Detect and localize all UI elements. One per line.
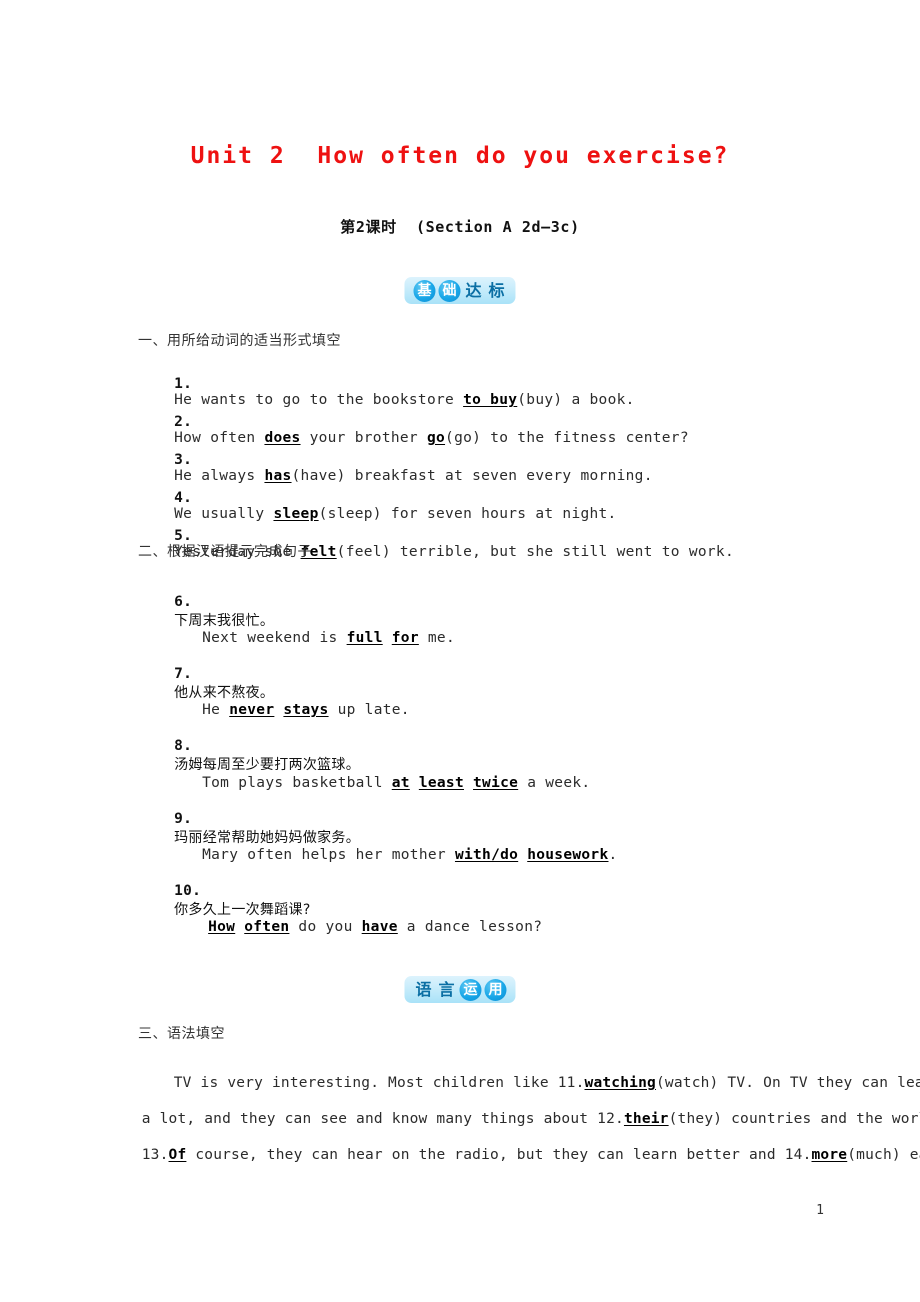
item-answer: full xyxy=(346,630,383,646)
cloze-answer: their xyxy=(623,1111,669,1127)
blank-number: 13. xyxy=(141,1147,169,1163)
cloze-text-pre: TV is very interesting. Most children li… xyxy=(173,1075,558,1091)
item-number: 8. xyxy=(174,738,193,754)
question-item-10-answer-line: How often do you have a dance lesson? xyxy=(172,903,542,951)
item-number: 10. xyxy=(174,883,202,899)
item-text-pre: He xyxy=(202,702,230,718)
item-text-post: . xyxy=(608,847,618,863)
item-answer-2: housework xyxy=(527,847,609,863)
cloze-text-post: (they) countries and the world. xyxy=(668,1111,920,1127)
badge-char-biao: 标 xyxy=(488,280,505,300)
item-answer-2: stays xyxy=(283,702,329,718)
badge-char-yun: 运 xyxy=(459,978,482,1001)
item-text-mid xyxy=(235,919,244,935)
item-answer: How xyxy=(208,919,236,935)
badge-char-yong: 用 xyxy=(484,978,507,1001)
item-number: 6. xyxy=(174,594,193,610)
badge-char-da: 达 xyxy=(465,280,482,300)
item-number: 4. xyxy=(174,490,193,506)
cloze-text-post: (watch) TV. On TV they can learn xyxy=(655,1075,920,1091)
item-text-mid-2 xyxy=(464,775,473,791)
item-answer-3: twice xyxy=(473,775,519,791)
section-two-heading: 二、根据汉语提示完成句子 xyxy=(138,544,312,560)
item-answer: at xyxy=(391,775,410,791)
cloze-answer: Of xyxy=(168,1147,187,1163)
cloze-text-pre: a lot, and they can see and know many th… xyxy=(141,1111,598,1127)
section-badge-basics: 基 础 达 标 xyxy=(404,277,516,304)
item-text-mid xyxy=(410,775,419,791)
item-number: 9. xyxy=(174,811,193,827)
badge-char-chu: 础 xyxy=(438,279,461,302)
item-answer: never xyxy=(229,702,275,718)
page-title: Unit 2 How often do you exercise? xyxy=(190,143,730,169)
item-text-post: a week. xyxy=(518,775,591,791)
section-three-heading: 三、语法填空 xyxy=(138,1026,225,1042)
page-subtitle: 第2课时 (Section A 2d—3c) xyxy=(340,218,580,236)
blank-number-2: 14. xyxy=(784,1147,812,1163)
cloze-answer-2: more xyxy=(811,1147,848,1163)
item-text-pre: Tom plays basketball xyxy=(202,775,392,791)
item-text-post: (feel) terrible, but she still went to w… xyxy=(336,544,734,560)
item-text-mid xyxy=(518,847,527,863)
item-number: 3. xyxy=(174,452,193,468)
section-badge-language: 语 言 运 用 xyxy=(404,976,516,1003)
section-one-heading: 一、用所给动词的适当形式填空 xyxy=(138,333,341,349)
item-text-post: a dance lesson? xyxy=(397,919,543,935)
blank-number: 11. xyxy=(557,1075,585,1091)
badge-char-yu: 语 xyxy=(415,979,432,999)
item-text-mid-2: do you xyxy=(289,919,362,935)
item-number: 1. xyxy=(174,376,193,392)
worksheet-page: Unit 2 How often do you exercise? 第2课时 (… xyxy=(0,0,920,1302)
item-answer-3: have xyxy=(361,919,398,935)
cloze-text-post: (much) easily xyxy=(847,1147,920,1163)
item-text-post: me. xyxy=(418,630,455,646)
badge-char-ji: 基 xyxy=(413,279,436,302)
cloze-text-mid: course, they can hear on the radio, but … xyxy=(186,1147,785,1163)
item-text-post: up late. xyxy=(328,702,410,718)
item-answer-2: often xyxy=(244,919,290,935)
item-text-mid xyxy=(383,630,392,646)
item-number: 7. xyxy=(174,666,193,682)
item-answer: with/do xyxy=(454,847,519,863)
cloze-line-3: 13.Of course, they can hear on the radio… xyxy=(106,1131,920,1179)
item-text-pre: Next weekend is xyxy=(202,630,347,646)
blank-number: 12. xyxy=(597,1111,624,1127)
item-number: 2. xyxy=(174,414,193,430)
page-number: 1 xyxy=(816,1203,824,1218)
item-answer-2: for xyxy=(391,630,419,646)
item-answer-2: least xyxy=(418,775,464,791)
item-text-pre: Mary often helps her mother xyxy=(202,847,455,863)
badge-char-yan: 言 xyxy=(438,979,455,999)
cloze-answer: watching xyxy=(584,1075,656,1091)
